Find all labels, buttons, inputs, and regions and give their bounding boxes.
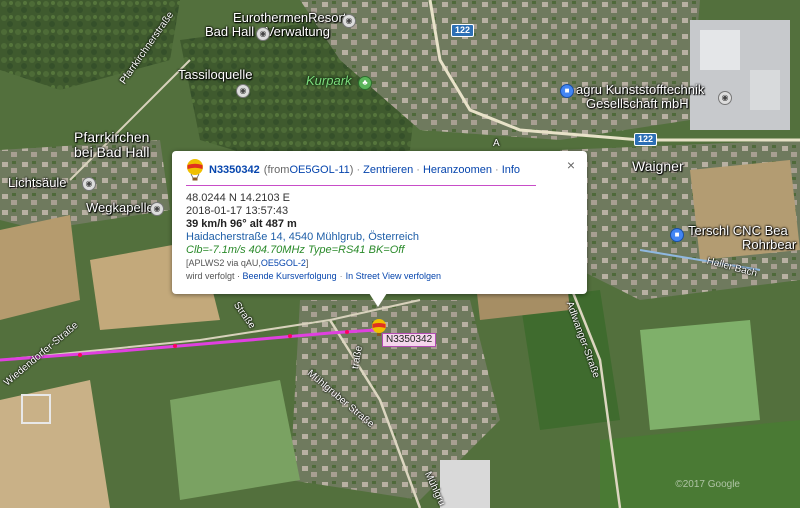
close-icon[interactable]: × — [567, 157, 575, 173]
popup-from-prefix: (from — [263, 164, 290, 176]
place-pin-icon[interactable]: ◉ — [82, 177, 96, 191]
place-label-wegkapelle: Wegkapelle — [86, 200, 154, 215]
business-pin-icon[interactable]: ■ — [560, 84, 574, 98]
place-pin-icon[interactable]: ◉ — [236, 84, 250, 98]
business-pin-icon[interactable]: ■ — [670, 228, 684, 242]
place-pin-icon[interactable]: ◉ — [342, 14, 356, 28]
street-view-follow-link[interactable]: In Street View verfolgen — [346, 271, 441, 281]
path-suffix: ] — [305, 258, 309, 268]
popup-pointer — [369, 293, 387, 307]
place-label-tassiloquelle: Tassiloquelle — [178, 67, 253, 82]
info-link[interactable]: Info — [502, 164, 520, 176]
heranzoomen-link[interactable]: Heranzoomen — [423, 164, 492, 176]
popup-speed-altitude: 39 km/h 96° alt 487 m — [186, 218, 297, 230]
popup-from-station-link[interactable]: OE5GOL-11 — [289, 164, 349, 176]
street-label-a-fragment: A — [493, 138, 500, 149]
map-copyright: ©2017 Google — [675, 479, 740, 490]
map-view[interactable]: EurothermenResort Bad Hall - Verwaltung … — [0, 0, 800, 508]
popup-header: N3350342 (from OE5GOL-11) · Zentrieren ·… — [186, 159, 536, 186]
popup-tracking: wird verfolgt · Beende Kursverfolgung · In… — [186, 271, 441, 281]
place-label-eurothermen: EurothermenResort — [233, 10, 347, 25]
tracked-prefix: wird verfolgt · — [186, 271, 243, 281]
stop-tracking-link[interactable]: Beende Kursverfolgung — [243, 271, 337, 281]
place-pin-icon[interactable]: ◉ — [256, 27, 270, 41]
popup-path: [APLWS2 via qAU,OE5GOL-2] — [186, 257, 573, 270]
place-label-agru: agru Kunststofftechnik — [576, 82, 705, 97]
place-label-rohrbear: Rohrbear — [742, 237, 797, 252]
road-shield-122: 122 — [451, 24, 475, 37]
popup-comment: Clb=-7.1m/s 404.70MHz Type=RS41 BK=Off — [186, 244, 405, 256]
place-pin-icon[interactable]: ◉ — [150, 202, 164, 216]
balloon-icon — [187, 159, 203, 181]
place-pin-icon[interactable]: ◉ — [718, 91, 732, 105]
marker-label[interactable]: N3350342 — [382, 333, 437, 347]
info-popup: N3350342 (from OE5GOL-11) · Zentrieren ·… — [172, 151, 587, 294]
path-station-link[interactable]: OE5GOL-2 — [261, 258, 306, 268]
place-label-pfarrkirchen: Pfarrkirchen — [74, 129, 150, 145]
place-label-agru-gesellschaft: Gesellschaft mbH — [586, 96, 689, 111]
popup-coords: 48.0244 N 14.2103 E — [186, 192, 290, 204]
popup-from-suffix: ) — [349, 164, 354, 176]
popup-datetime: 2018-01-17 13:57:43 — [186, 205, 289, 217]
path-prefix: [APLWS2 via qAU, — [186, 258, 261, 268]
popup-callsign[interactable]: N3350342 — [209, 164, 260, 176]
place-label-lichtsaeule: Lichtsäule — [8, 175, 67, 190]
place-label-bei-bad-hall: bei Bad Hall — [74, 144, 150, 160]
place-label-kurpark: Kurpark — [306, 73, 352, 88]
place-label-waigner: Waigner — [632, 158, 684, 174]
park-pin-icon[interactable]: ♣ — [358, 76, 372, 90]
road-shield-122: 122 — [634, 133, 658, 146]
zentrieren-link[interactable]: Zentrieren — [363, 164, 413, 176]
place-label-terschl: Terschl CNC Bea — [688, 223, 788, 238]
popup-address: Haidacherstraße 14, 4540 Mühlgrub, Öster… — [186, 231, 419, 243]
